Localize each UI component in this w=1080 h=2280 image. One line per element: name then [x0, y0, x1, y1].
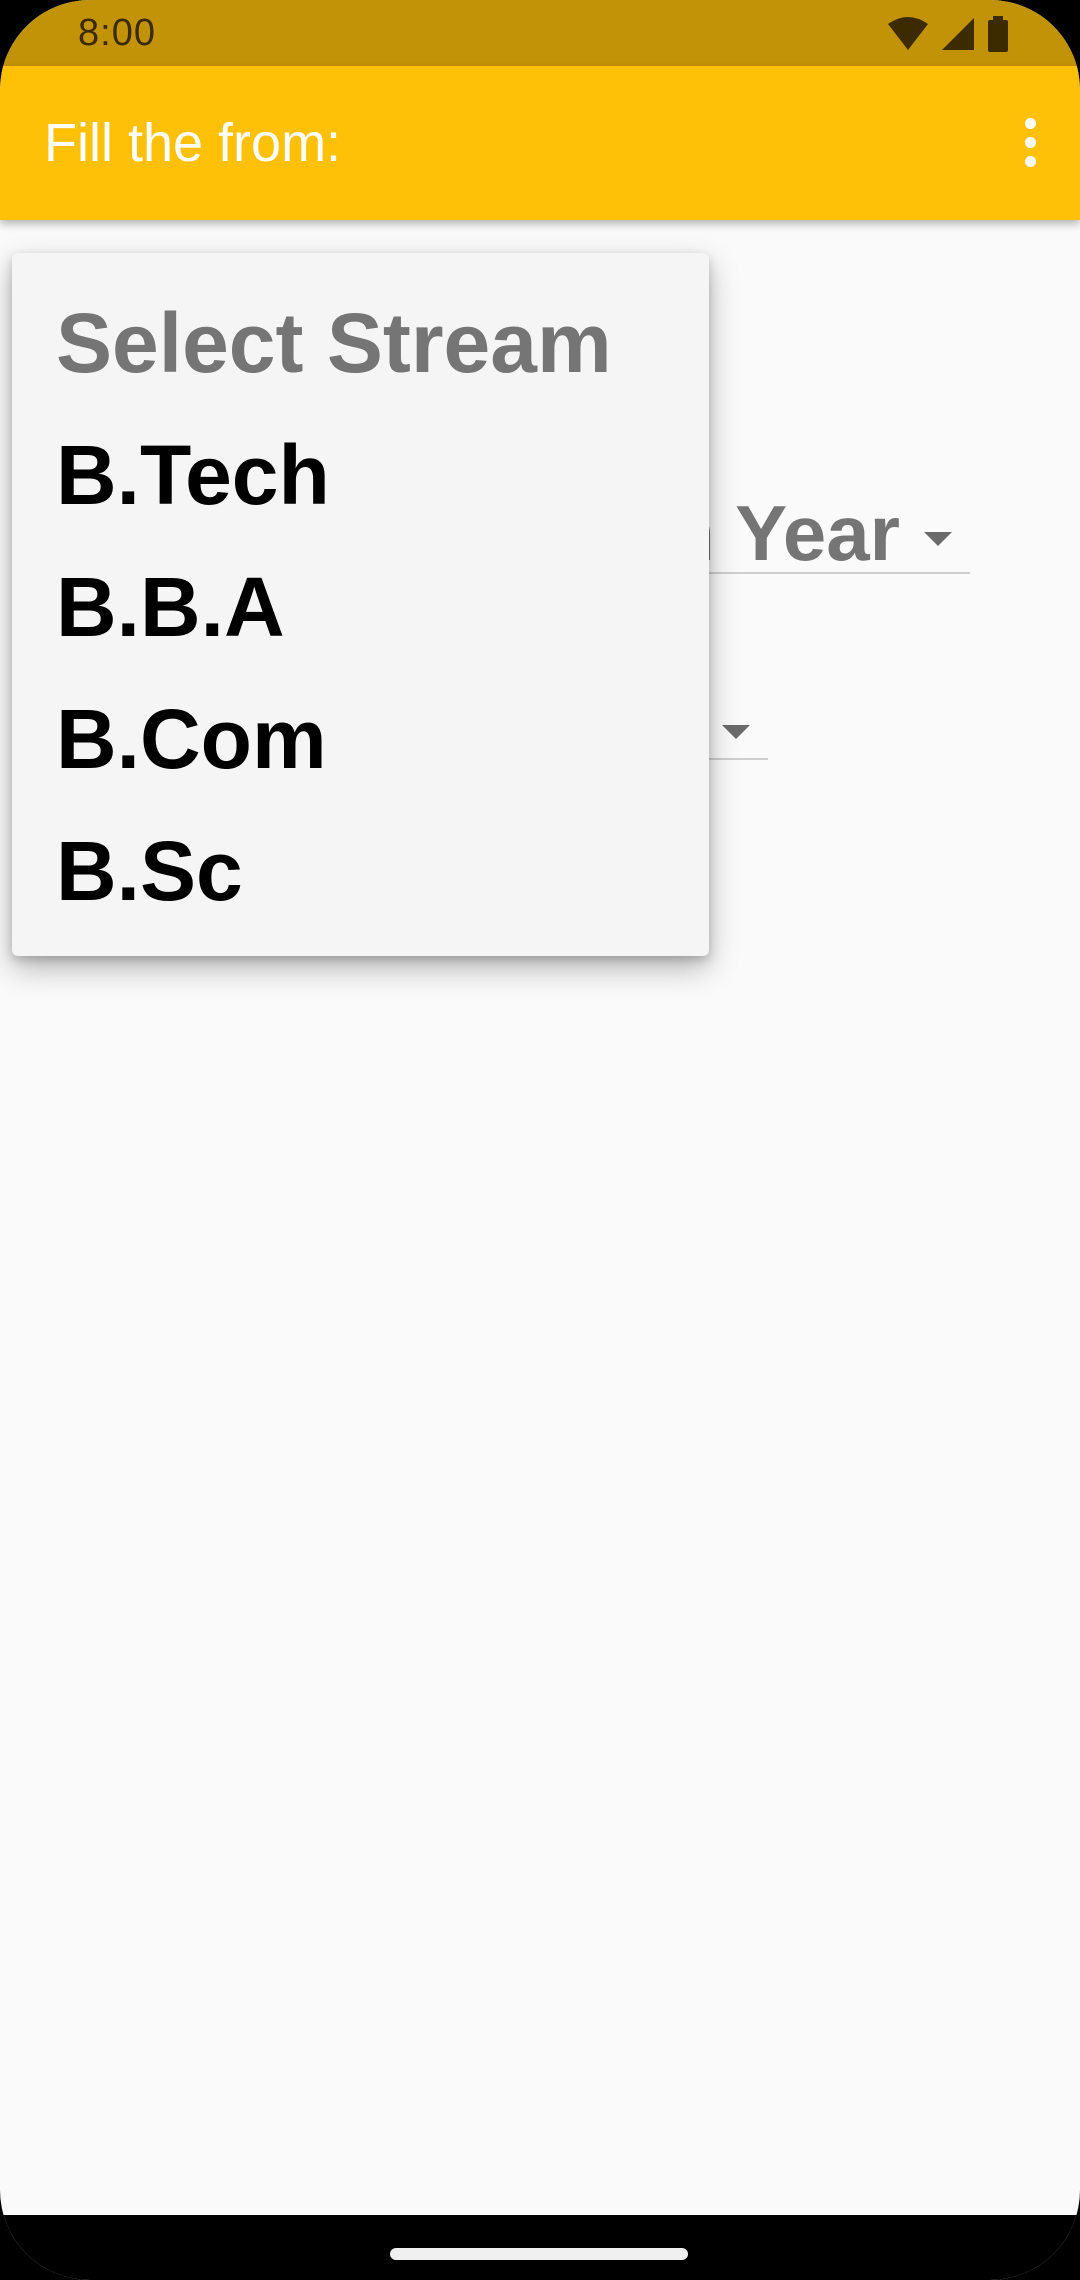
chevron-down-icon: [722, 725, 750, 739]
year-spinner[interactable]: n Year: [667, 480, 970, 577]
dropdown-item-bsc[interactable]: B.Sc: [56, 829, 243, 913]
dropdown-item-bba[interactable]: B.B.A: [56, 565, 285, 649]
chevron-down-icon: [924, 532, 952, 546]
battery-icon: [988, 16, 1008, 52]
status-bar: 8:00: [0, 0, 1080, 66]
navigation-bar: [0, 2215, 1080, 2280]
stream-dropdown-menu: Select Stream B.Tech B.B.A B.Com B.Sc: [12, 253, 709, 956]
cellular-signal-icon: [942, 18, 974, 50]
dropdown-item-select-stream[interactable]: Select Stream: [56, 301, 612, 385]
home-handle[interactable]: [390, 2248, 688, 2260]
dropdown-item-btech[interactable]: B.Tech: [56, 433, 330, 517]
dropdown-item-bcom[interactable]: B.Com: [56, 697, 327, 781]
app-screen: 8:00 Fill the from: n Year Select Stream…: [0, 0, 1080, 2280]
app-bar: Fill the from:: [0, 66, 1080, 220]
page-title: Fill the from:: [44, 113, 342, 173]
more-vert-icon[interactable]: [998, 102, 1062, 182]
wifi-icon: [888, 17, 928, 50]
status-time: 8:00: [78, 12, 156, 54]
status-icons: [886, 14, 1010, 54]
